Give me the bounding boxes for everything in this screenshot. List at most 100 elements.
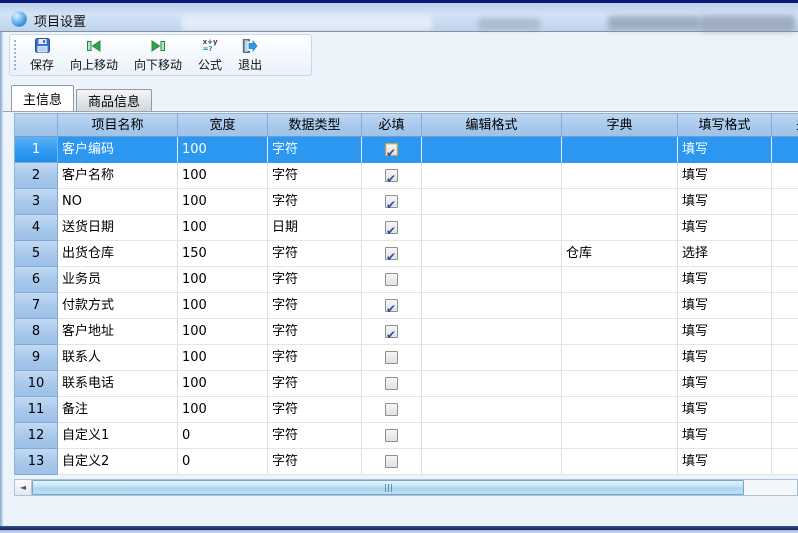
cell-item-name[interactable]: 客户名称 [58, 163, 178, 189]
required-checkbox[interactable] [385, 351, 398, 364]
column-header-4[interactable]: 必填 [362, 113, 422, 137]
cell-fill-format[interactable]: 填写 [678, 163, 772, 189]
table-row[interactable]: 2客户名称100字符 填写 [14, 163, 798, 189]
cell-extra[interactable] [772, 449, 798, 475]
row-number[interactable]: 1 [14, 137, 58, 163]
save-button[interactable]: 保存 [22, 36, 62, 75]
cell-data-type[interactable]: 字符 [268, 423, 362, 449]
required-checkbox[interactable] [385, 195, 398, 208]
table-row[interactable]: 13自定义20字符填写 [14, 449, 798, 475]
cell-data-type[interactable]: 字符 [268, 267, 362, 293]
cell-data-type[interactable]: 字符 [268, 241, 362, 267]
cell-data-type[interactable]: 字符 [268, 345, 362, 371]
cell-dictionary[interactable] [562, 215, 678, 241]
table-row[interactable]: 10联系电话100字符填写 [14, 371, 798, 397]
cell-width[interactable]: 100 [178, 137, 268, 163]
horizontal-scrollbar[interactable]: ◄ [14, 479, 798, 496]
cell-dictionary[interactable] [562, 163, 678, 189]
cell-dictionary[interactable] [562, 371, 678, 397]
cell-width[interactable]: 0 [178, 449, 268, 475]
cell-item-name[interactable]: 联系电话 [58, 371, 178, 397]
cell-edit-format[interactable] [422, 449, 562, 475]
cell-fill-format[interactable]: 填写 [678, 293, 772, 319]
cell-width[interactable]: 100 [178, 345, 268, 371]
row-number[interactable]: 11 [14, 397, 58, 423]
cell-width[interactable]: 150 [178, 241, 268, 267]
cell-edit-format[interactable] [422, 137, 562, 163]
column-header-6[interactable]: 字典 [562, 113, 678, 137]
row-number[interactable]: 9 [14, 345, 58, 371]
cell-edit-format[interactable] [422, 241, 562, 267]
move-down-button[interactable]: 向下移动 [126, 36, 190, 75]
cell-item-name[interactable]: 业务员 [58, 267, 178, 293]
tab-product-info[interactable]: 商品信息 [76, 89, 152, 111]
required-checkbox[interactable] [385, 325, 398, 338]
cell-width[interactable]: 100 [178, 397, 268, 423]
formula-button[interactable]: x+y =? 公式 [190, 36, 230, 75]
cell-item-name[interactable]: 自定义2 [58, 449, 178, 475]
required-checkbox[interactable] [385, 221, 398, 234]
cell-fill-format[interactable]: 填写 [678, 267, 772, 293]
cell-item-name[interactable]: 送货日期 [58, 215, 178, 241]
cell-extra[interactable] [772, 241, 798, 267]
cell-edit-format[interactable] [422, 163, 562, 189]
cell-extra[interactable] [772, 423, 798, 449]
cell-width[interactable]: 100 [178, 189, 268, 215]
cell-item-name[interactable]: 客户编码 [58, 137, 178, 163]
cell-width[interactable]: 100 [178, 267, 268, 293]
required-checkbox[interactable] [385, 429, 398, 442]
cell-fill-format[interactable]: 填写 [678, 449, 772, 475]
row-number[interactable]: 4 [14, 215, 58, 241]
required-checkbox[interactable] [385, 247, 398, 260]
table-row[interactable]: 5出货仓库150字符仓库选择 [14, 241, 798, 267]
cell-dictionary[interactable] [562, 397, 678, 423]
cell-dictionary[interactable] [562, 345, 678, 371]
cell-fill-format[interactable]: 填写 [678, 371, 772, 397]
scrollbar-thumb[interactable] [32, 480, 744, 495]
required-checkbox[interactable] [385, 299, 398, 312]
exit-button[interactable]: 退出 [230, 36, 270, 75]
cell-fill-format[interactable]: 填写 [678, 137, 772, 163]
cell-edit-format[interactable] [422, 189, 562, 215]
cell-width[interactable]: 100 [178, 371, 268, 397]
cell-fill-format[interactable]: 选择 [678, 241, 772, 267]
cell-edit-format[interactable] [422, 293, 562, 319]
cell-edit-format[interactable] [422, 371, 562, 397]
cell-data-type[interactable]: 字符 [268, 293, 362, 319]
row-number[interactable]: 2 [14, 163, 58, 189]
cell-item-name[interactable]: NO [58, 189, 178, 215]
cell-dictionary[interactable] [562, 267, 678, 293]
cell-edit-format[interactable] [422, 267, 562, 293]
cell-data-type[interactable]: 字符 [268, 397, 362, 423]
cell-edit-format[interactable] [422, 423, 562, 449]
table-row[interactable]: 11备注100字符填写 [14, 397, 798, 423]
required-checkbox[interactable] [385, 403, 398, 416]
cell-edit-format[interactable] [422, 345, 562, 371]
column-header-3[interactable]: 数据类型 [268, 113, 362, 137]
cell-item-name[interactable]: 联系人 [58, 345, 178, 371]
cell-fill-format[interactable]: 填写 [678, 189, 772, 215]
column-header-2[interactable]: 宽度 [178, 113, 268, 137]
scroll-left-button[interactable]: ◄ [15, 480, 32, 495]
cell-width[interactable]: 100 [178, 319, 268, 345]
cell-dictionary[interactable] [562, 293, 678, 319]
cell-edit-format[interactable] [422, 215, 562, 241]
cell-data-type[interactable]: 日期 [268, 215, 362, 241]
cell-data-type[interactable]: 字符 [268, 163, 362, 189]
required-checkbox[interactable] [385, 273, 398, 286]
cell-width[interactable]: 100 [178, 293, 268, 319]
cell-extra[interactable] [772, 319, 798, 345]
cell-width[interactable]: 100 [178, 163, 268, 189]
required-checkbox[interactable] [385, 169, 398, 182]
table-row[interactable]: 9联系人100字符填写 [14, 345, 798, 371]
cell-extra[interactable] [772, 293, 798, 319]
cell-dictionary[interactable] [562, 423, 678, 449]
cell-extra[interactable] [772, 189, 798, 215]
column-header-7[interactable]: 填写格式 [678, 113, 772, 137]
cell-item-name[interactable]: 付款方式 [58, 293, 178, 319]
toolbar-grip[interactable] [14, 40, 17, 70]
table-row[interactable]: 6业务员100字符填写 [14, 267, 798, 293]
row-number[interactable]: 13 [14, 449, 58, 475]
cell-item-name[interactable]: 出货仓库 [58, 241, 178, 267]
table-row[interactable]: 1客户编码100字符填写 [14, 137, 798, 163]
